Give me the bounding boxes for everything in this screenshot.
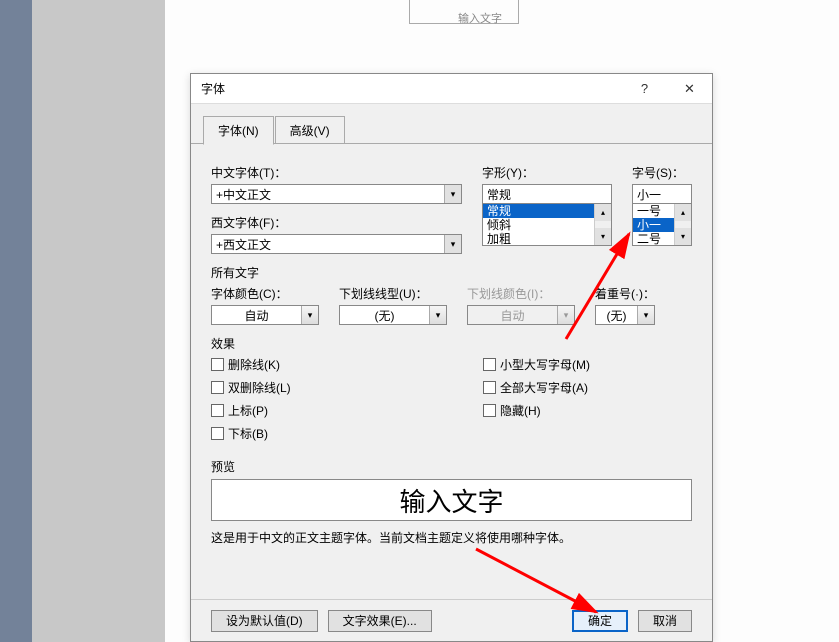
double-strike-checkbox[interactable]: 双删除线(L) — [211, 379, 463, 396]
preview-label: 预览 — [211, 458, 692, 475]
hidden-checkbox[interactable]: 隐藏(H) — [483, 402, 590, 419]
preview-note: 这是用于中文的正文主题字体。当前文档主题定义将使用哪种字体。 — [211, 529, 692, 546]
tab-font[interactable]: 字体(N) — [203, 116, 274, 145]
chevron-down-icon[interactable]: ▾ — [301, 306, 318, 324]
chevron-down-icon[interactable]: ▾ — [444, 235, 461, 253]
font-color-label: 字体颜色(C)： — [211, 285, 319, 302]
scrollbar[interactable]: ▴ ▾ — [674, 204, 691, 245]
subscript-checkbox[interactable]: 下标(B) — [211, 425, 463, 442]
cancel-button[interactable]: 取消 — [638, 610, 692, 632]
emphasis-dropdown[interactable]: (无) ▾ — [595, 305, 655, 325]
font-dialog: 字体 ? ✕ 字体(N) 高级(V) 中文字体(T)： ▾ 西文字体(F)： ▾ — [190, 73, 713, 642]
font-size-list[interactable]: 一号 小一 二号 ▴ ▾ — [632, 204, 692, 246]
font-style-input[interactable] — [483, 187, 646, 201]
strike-checkbox[interactable]: 删除线(K) — [211, 356, 463, 373]
chinese-font-label: 中文字体(T)： — [211, 164, 462, 181]
side-ruler — [0, 0, 32, 642]
superscript-checkbox[interactable]: 上标(P) — [211, 402, 463, 419]
dialog-title: 字体 — [201, 80, 622, 97]
chinese-font-combo[interactable]: ▾ — [211, 184, 462, 204]
list-item[interactable]: 倾斜 — [483, 218, 611, 232]
chevron-down-icon[interactable]: ▾ — [429, 306, 446, 324]
tab-strip: 字体(N) 高级(V) — [191, 104, 712, 144]
close-button[interactable]: ✕ — [667, 74, 712, 104]
scroll-down-icon[interactable]: ▾ — [675, 228, 691, 245]
font-size-input[interactable] — [633, 187, 796, 201]
list-item[interactable]: 常规 — [483, 204, 611, 218]
underline-color-dropdown: 自动 ▾ — [467, 305, 575, 325]
tab-advanced[interactable]: 高级(V) — [275, 116, 345, 144]
scroll-up-icon[interactable]: ▴ — [675, 204, 691, 221]
help-button[interactable]: ? — [622, 74, 667, 104]
western-font-combo[interactable]: ▾ — [211, 234, 462, 254]
scroll-up-icon[interactable]: ▴ — [595, 204, 611, 221]
ok-button[interactable]: 确定 — [572, 610, 628, 632]
western-font-label: 西文字体(F)： — [211, 214, 462, 231]
chevron-down-icon[interactable]: ▾ — [444, 185, 461, 203]
all-caps-checkbox[interactable]: 全部大写字母(A) — [483, 379, 590, 396]
list-item[interactable]: 加粗 — [483, 232, 611, 246]
chevron-down-icon: ▾ — [557, 306, 574, 324]
font-style-combo[interactable] — [482, 184, 612, 204]
set-default-button[interactable]: 设为默认值(D) — [211, 610, 318, 632]
font-style-list[interactable]: 常规 倾斜 加粗 ▴ ▾ — [482, 204, 612, 246]
scroll-down-icon[interactable]: ▾ — [595, 228, 611, 245]
small-caps-checkbox[interactable]: 小型大写字母(M) — [483, 356, 590, 373]
western-font-input[interactable] — [212, 237, 444, 251]
preview-box: 输入文字 — [211, 479, 692, 521]
effects-label: 效果 — [211, 335, 692, 352]
font-color-dropdown[interactable]: 自动 ▾ — [211, 305, 319, 325]
font-size-combo[interactable] — [632, 184, 692, 204]
text-effects-button[interactable]: 文字效果(E)... — [328, 610, 432, 632]
emphasis-label: 着重号(·)： — [595, 285, 655, 302]
chevron-down-icon[interactable]: ▾ — [637, 306, 654, 324]
all-text-label: 所有文字 — [211, 264, 692, 281]
underline-style-label: 下划线线型(U)： — [339, 285, 447, 302]
doc-placeholder: 输入文字 — [458, 10, 502, 26]
titlebar: 字体 ? ✕ — [191, 74, 712, 104]
chinese-font-input[interactable] — [212, 187, 444, 201]
underline-style-dropdown[interactable]: (无) ▾ — [339, 305, 447, 325]
dialog-content: 中文字体(T)： ▾ 西文字体(F)： ▾ 字形(Y)： 常规 倾 — [191, 144, 712, 556]
button-bar: 设为默认值(D) 文字效果(E)... 确定 取消 — [191, 599, 712, 641]
underline-color-label: 下划线颜色(I)： — [467, 285, 575, 302]
font-size-label: 字号(S)： — [632, 164, 692, 181]
scrollbar[interactable]: ▴ ▾ — [594, 204, 611, 245]
font-style-label: 字形(Y)： — [482, 164, 612, 181]
